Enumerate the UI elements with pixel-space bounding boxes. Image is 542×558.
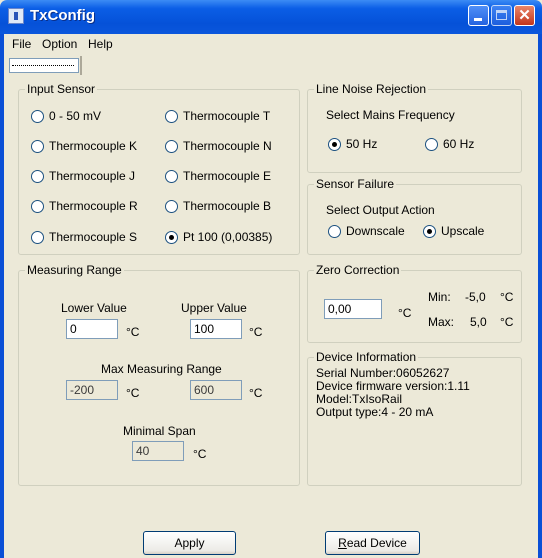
measuring-range-title: Measuring Range bbox=[25, 263, 124, 277]
serial-number-text: Serial Number:06052627 bbox=[316, 366, 450, 380]
line-noise-group: Line Noise Rejection Select Mains Freque… bbox=[307, 82, 522, 173]
minimize-icon bbox=[474, 18, 482, 21]
line-noise-title: Line Noise Rejection bbox=[314, 82, 429, 96]
firmware-version-text: Device firmware version:1.11 bbox=[316, 379, 470, 393]
sensor-failure-subtitle: Select Output Action bbox=[326, 203, 435, 217]
window-frame-right bbox=[538, 30, 542, 558]
radio-thermocouple-n[interactable] bbox=[165, 140, 178, 153]
max-value: 5,0 bbox=[470, 315, 487, 329]
apply-button[interactable]: Apply bbox=[143, 531, 236, 555]
maximize-button[interactable] bbox=[491, 5, 512, 26]
lower-value-label: Lower Value bbox=[61, 301, 127, 315]
measuring-range-group: Measuring Range Lower Value 0 °C Upper V… bbox=[18, 263, 300, 486]
line-noise-subtitle: Select Mains Frequency bbox=[326, 108, 455, 122]
close-icon: ✕ bbox=[518, 7, 531, 24]
unit-label: °C bbox=[193, 447, 207, 461]
radio-label: 60 Hz bbox=[443, 137, 475, 151]
zero-correction-group: Zero Correction 0,00 °C Min: -5,0 °C Max… bbox=[307, 263, 522, 343]
radio-label: 0 - 50 mV bbox=[49, 109, 102, 123]
radio-label: 50 Hz bbox=[346, 137, 378, 151]
radio-label: Thermocouple T bbox=[183, 109, 271, 123]
radio-label: Thermocouple E bbox=[183, 169, 272, 183]
radio-60hz[interactable] bbox=[425, 138, 438, 151]
unit-label: °C bbox=[126, 325, 140, 339]
input-sensor-title: Input Sensor bbox=[25, 82, 98, 96]
radio-downscale[interactable] bbox=[328, 225, 341, 238]
radio-thermocouple-t[interactable] bbox=[165, 110, 178, 123]
read-device-label: ead Device bbox=[346, 536, 407, 550]
unit-label: °C bbox=[500, 315, 514, 329]
maximize-icon bbox=[496, 10, 507, 20]
device-info-title: Device Information bbox=[314, 350, 419, 364]
radio-50hz[interactable] bbox=[328, 138, 341, 151]
zero-correction-title: Zero Correction bbox=[314, 263, 402, 277]
radio-thermocouple-k[interactable] bbox=[31, 140, 44, 153]
radio-label: Thermocouple N bbox=[183, 139, 272, 153]
unit-label: °C bbox=[249, 386, 263, 400]
unit-label: °C bbox=[398, 306, 412, 320]
toolbar-field[interactable] bbox=[9, 58, 79, 73]
zero-correction-input[interactable]: 0,00 bbox=[324, 299, 382, 319]
radio-thermocouple-j[interactable] bbox=[31, 170, 44, 183]
toolbar-separator bbox=[80, 56, 82, 75]
minimize-button[interactable] bbox=[468, 5, 489, 26]
minimal-span-field: 40 bbox=[132, 441, 184, 461]
menu-option[interactable]: Option bbox=[42, 37, 77, 51]
max-label: Max: bbox=[428, 315, 455, 329]
output-type-text: Output type:4 - 20 mA bbox=[316, 405, 434, 419]
model-text: Model:TxIsoRail bbox=[316, 392, 403, 406]
min-value: -5,0 bbox=[465, 290, 486, 304]
radio-label: Thermocouple S bbox=[49, 230, 138, 244]
sensor-failure-title: Sensor Failure bbox=[314, 177, 397, 191]
max-range-low-field: -200 bbox=[66, 380, 118, 400]
radio-pt100[interactable] bbox=[165, 231, 178, 244]
radio-label: Thermocouple K bbox=[49, 139, 138, 153]
title-bar[interactable]: TxConfig ✕ bbox=[0, 0, 542, 34]
menu-file[interactable]: File bbox=[12, 37, 31, 51]
window-frame-left bbox=[0, 30, 4, 558]
radio-label: Thermocouple B bbox=[183, 199, 272, 213]
upper-value-label: Upper Value bbox=[181, 301, 247, 315]
app-icon bbox=[8, 8, 24, 24]
radio-label: Pt 100 (0,00385) bbox=[183, 230, 273, 244]
sensor-failure-group: Sensor Failure Select Output Action Down… bbox=[307, 177, 522, 255]
radio-label: Upscale bbox=[441, 224, 485, 238]
radio-upscale[interactable] bbox=[423, 225, 436, 238]
radio-label: Downscale bbox=[346, 224, 405, 238]
menu-help[interactable]: Help bbox=[88, 37, 113, 51]
max-range-label: Max Measuring Range bbox=[101, 362, 222, 376]
app-window: TxConfig ✕ File Option Help Input Sensor… bbox=[0, 0, 542, 558]
input-sensor-group: Input Sensor 0 - 50 mV Thermocouple T Th… bbox=[18, 82, 300, 255]
radio-0-50mv[interactable] bbox=[31, 110, 44, 123]
upper-value-input[interactable]: 100 bbox=[190, 319, 242, 339]
lower-value-input[interactable]: 0 bbox=[66, 319, 118, 339]
read-device-mnemonic: R bbox=[338, 536, 347, 550]
radio-label: Thermocouple J bbox=[49, 169, 136, 183]
unit-label: °C bbox=[126, 386, 140, 400]
minimal-span-label: Minimal Span bbox=[123, 424, 196, 438]
radio-thermocouple-e[interactable] bbox=[165, 170, 178, 183]
radio-thermocouple-r[interactable] bbox=[31, 200, 44, 213]
min-label: Min: bbox=[428, 290, 451, 304]
max-range-high-field: 600 bbox=[190, 380, 242, 400]
read-device-button[interactable]: Read Device bbox=[325, 531, 420, 555]
close-button[interactable]: ✕ bbox=[514, 5, 535, 26]
device-info-group: Device Information Serial Number:0605262… bbox=[307, 350, 522, 486]
radio-thermocouple-s[interactable] bbox=[31, 231, 44, 244]
window-title: TxConfig bbox=[30, 7, 95, 24]
radio-thermocouple-b[interactable] bbox=[165, 200, 178, 213]
unit-label: °C bbox=[500, 290, 514, 304]
unit-label: °C bbox=[249, 325, 263, 339]
radio-label: Thermocouple R bbox=[49, 199, 138, 213]
